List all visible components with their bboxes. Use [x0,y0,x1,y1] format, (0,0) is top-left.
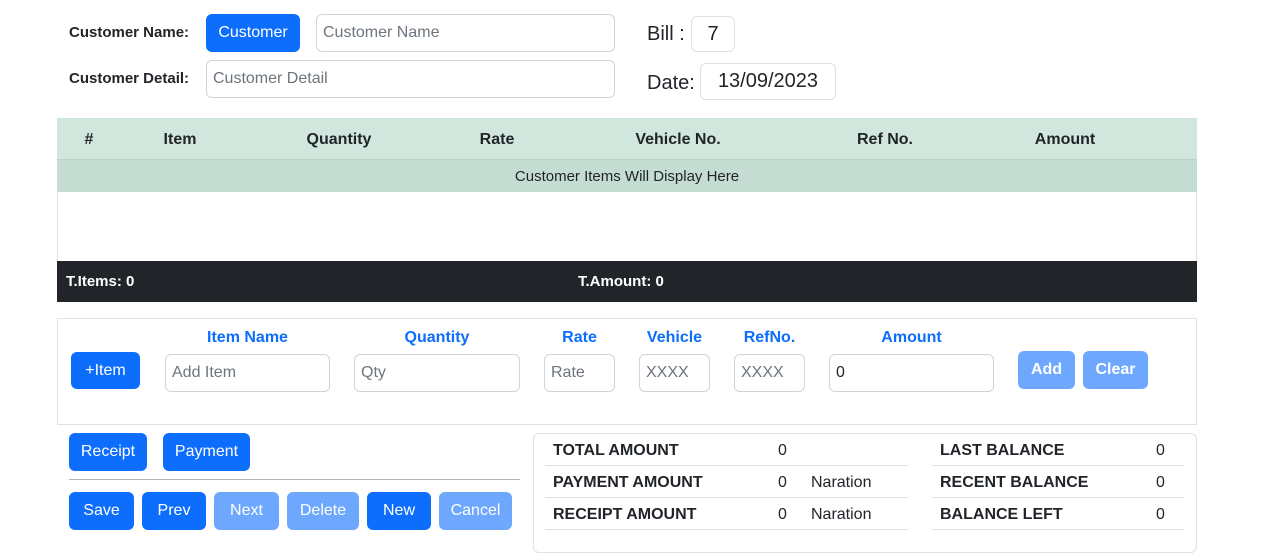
total-amount-value: 0 [778,442,787,459]
summary-divider [545,465,908,466]
receipt-amount-label: RECEIPT AMOUNT [553,506,697,523]
col-header-number: # [84,131,94,148]
total-amount-footer: T.Amount: 0 [578,273,664,290]
refno-input[interactable] [734,354,805,392]
refno-header: RefNo. [743,329,796,346]
receipt-button[interactable]: Receipt [69,433,147,471]
customer-name-label: Customer Name: [69,24,190,41]
total-amount-label: TOTAL AMOUNT [553,442,679,459]
col-header-item: Item [163,131,197,148]
recent-balance-label: RECENT BALANCE [940,474,1089,491]
add-button[interactable]: Add [1018,351,1075,389]
balance-left-value: 0 [1156,506,1165,523]
rate-header: Rate [562,329,597,346]
payment-naration: Naration [811,474,872,491]
col-header-rate: Rate [479,131,515,148]
col-header-vehicle: Vehicle No. [635,131,721,148]
delete-button[interactable]: Delete [287,492,359,530]
col-header-refno: Ref No. [857,131,913,148]
item-name-input[interactable] [165,354,330,392]
payment-amount-value: 0 [778,474,787,491]
col-header-amount: Amount [1034,131,1096,148]
last-balance-value: 0 [1156,442,1165,459]
item-name-header: Item Name [207,329,288,346]
recent-balance-value: 0 [1156,474,1165,491]
amount-input[interactable] [829,354,994,392]
summary-divider [932,497,1184,498]
vehicle-header: Vehicle [646,329,703,346]
payment-button[interactable]: Payment [163,433,250,471]
payment-amount-label: PAYMENT AMOUNT [553,474,703,491]
bill-number: 7 [691,16,735,52]
receipt-amount-value: 0 [778,506,787,523]
customer-detail-input[interactable] [206,60,615,98]
col-header-quantity: Quantity [306,131,372,148]
quantity-input[interactable] [354,354,520,392]
prev-button[interactable]: Prev [142,492,206,530]
customer-detail-label: Customer Detail: [69,70,190,87]
customer-name-input[interactable] [316,14,615,52]
balance-left-label: BALANCE LEFT [940,506,1063,523]
empty-items-message: Customer Items Will Display Here [57,160,1197,192]
next-button[interactable]: Next [214,492,279,530]
summary-divider [545,497,908,498]
add-item-button[interactable]: +Item [71,352,140,389]
new-button[interactable]: New [367,492,431,530]
amount-header: Amount [881,329,942,346]
date-value: 13/09/2023 [700,63,836,100]
actions-divider [69,479,520,480]
vehicle-input[interactable] [639,354,710,392]
summary-divider [932,465,1184,466]
date-label: Date: [647,72,695,94]
save-button[interactable]: Save [69,492,134,530]
cancel-button[interactable]: Cancel [439,492,512,530]
quantity-header: Quantity [404,329,470,346]
rate-input[interactable] [544,354,615,392]
clear-button[interactable]: Clear [1083,351,1148,389]
summary-divider [932,529,1184,530]
last-balance-label: LAST BALANCE [940,442,1065,459]
customer-button[interactable]: Customer [206,14,300,52]
receipt-naration: Naration [811,506,872,523]
summary-divider [545,529,908,530]
total-items: T.Items: 0 [66,273,135,290]
bill-label: Bill : [647,23,685,45]
